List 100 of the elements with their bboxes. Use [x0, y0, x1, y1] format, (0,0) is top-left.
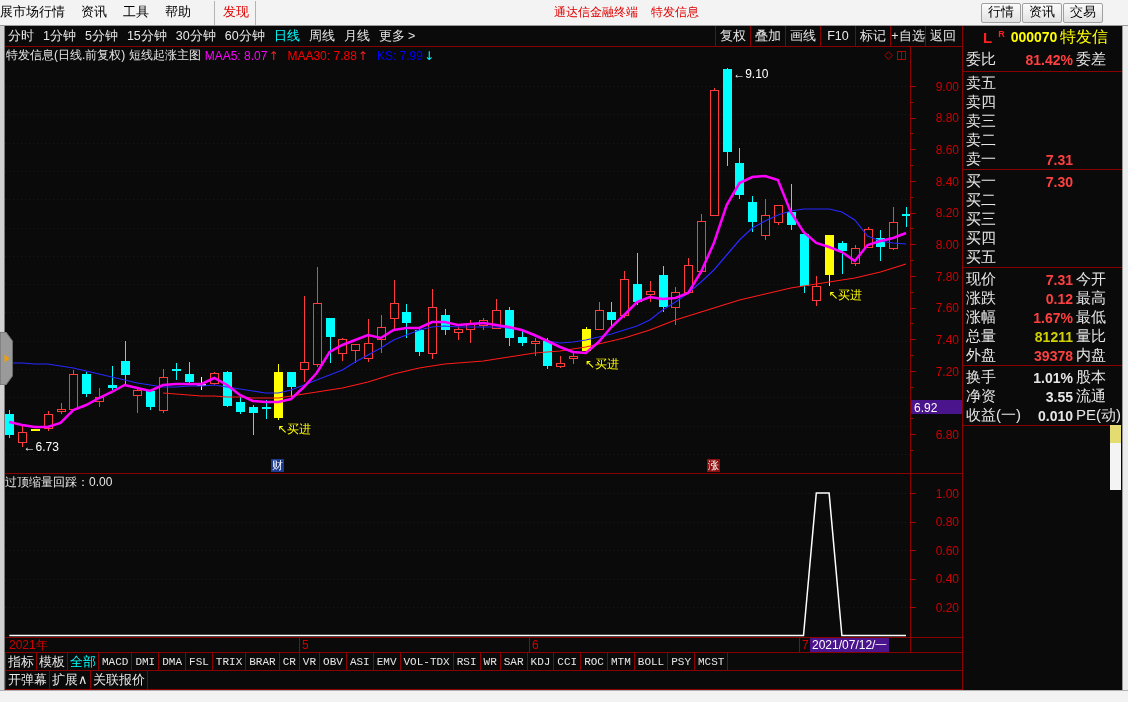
- falling-candle: [236, 396, 245, 415]
- falling-candle: [402, 303, 411, 339]
- chart-tool-button[interactable]: 复权: [715, 26, 750, 46]
- indicator-tab[interactable]: OBV: [320, 653, 347, 670]
- module-button[interactable]: 资讯: [1022, 2, 1062, 23]
- buy-signal-label: ↖买进: [584, 357, 619, 371]
- falling-candle: [249, 404, 258, 436]
- legend-value: KS: 7.99: [376, 48, 423, 63]
- indicator-tab[interactable]: MTM: [608, 653, 635, 670]
- rising-candle: [531, 337, 540, 357]
- ask-level-label: 卖三: [966, 112, 996, 131]
- quote-value: 1.01%: [1033, 369, 1073, 386]
- indicator-tab[interactable]: 指标: [5, 653, 37, 670]
- quote-label: 内盘: [1076, 346, 1107, 365]
- indicator-tab[interactable]: 模板: [37, 653, 68, 670]
- indicator-tab[interactable]: WR: [480, 653, 501, 670]
- quote-label: 外盘: [966, 346, 996, 365]
- expand-handle[interactable]: [0, 332, 13, 385]
- period-tab[interactable]: 5分钟: [80, 26, 123, 46]
- indicator-tab[interactable]: CCI: [554, 653, 582, 670]
- signal-candle: [825, 234, 834, 287]
- falling-candle: [838, 240, 847, 275]
- rising-candle: [351, 343, 360, 364]
- rising-candle: [684, 257, 693, 295]
- ask-level-label: 卖五: [966, 74, 996, 93]
- chart-title: 特发信息(日线.前复权) 短线起涨主图: [6, 47, 201, 64]
- price-label: 9.00: [935, 79, 959, 94]
- indicator-tab[interactable]: MACD: [99, 653, 133, 670]
- indicator-tab[interactable]: VR: [299, 653, 321, 670]
- rising-candle: [159, 368, 168, 414]
- chart-tool-button[interactable]: F10: [820, 26, 855, 46]
- square-icon[interactable]: [897, 51, 906, 60]
- ask-level-label: 卖一: [966, 150, 996, 169]
- quote-label: 委差: [1076, 50, 1107, 69]
- period-tab[interactable]: 60分钟: [220, 26, 270, 46]
- menu-item[interactable]: 发现: [214, 0, 256, 25]
- high-price-label: ←9.10: [733, 67, 769, 81]
- toolbar-button[interactable]: 扩展∧: [50, 671, 91, 689]
- period-tab[interactable]: 1分钟: [38, 26, 81, 46]
- falling-candle: [543, 337, 552, 370]
- period-tab[interactable]: 分时: [5, 26, 39, 46]
- cursor-date-tag: 2021/07/12/一: [810, 638, 890, 652]
- chart-tool-button[interactable]: +自选: [890, 26, 925, 46]
- falling-candle: [902, 206, 910, 228]
- rising-candle: [569, 350, 578, 365]
- quote-label: PE(动): [1076, 406, 1122, 425]
- diamond-icon[interactable]: [884, 51, 893, 60]
- chart-tool-button[interactable]: 画线: [785, 26, 820, 46]
- falling-candle: [876, 229, 885, 262]
- menu-item[interactable]: 展市场行情: [0, 0, 73, 25]
- chart-tool-button[interactable]: 叠加: [750, 26, 785, 46]
- event-marker[interactable]: 涨: [706, 459, 720, 472]
- ask-level-label: 卖四: [966, 93, 996, 112]
- price-label: 8.20: [935, 206, 959, 221]
- module-button[interactable]: 交易: [1063, 2, 1103, 23]
- quote-value: 7.31: [1045, 271, 1073, 288]
- module-button[interactable]: 行情: [981, 2, 1021, 23]
- indicator-tab[interactable]: VOL-TDX: [400, 653, 454, 670]
- trend-arrow: ↑: [268, 48, 279, 63]
- period-tab[interactable]: 15分钟: [122, 26, 172, 46]
- quote-value: 39378: [1034, 347, 1073, 364]
- axis-label: 0.20: [935, 600, 959, 615]
- event-marker[interactable]: 财: [271, 459, 285, 472]
- price-label: 8.60: [935, 142, 959, 157]
- period-tab[interactable]: 月线: [339, 26, 375, 46]
- quote-label: 涨幅: [966, 308, 996, 327]
- price-label: 7.20: [935, 364, 959, 379]
- axis-label: 0.80: [935, 515, 959, 529]
- date-label: 7: [799, 638, 809, 652]
- menu-item[interactable]: 帮助: [157, 0, 199, 25]
- quote-label: 收益(一): [966, 406, 1021, 425]
- rising-candle: [595, 301, 604, 331]
- indicator-tab[interactable]: 全部: [68, 653, 99, 670]
- period-tab[interactable]: 周线: [304, 26, 340, 46]
- chart-tool-button[interactable]: 标记: [855, 26, 890, 46]
- falling-candle: [748, 195, 757, 233]
- falling-candle: [633, 252, 642, 306]
- menu-item[interactable]: 资讯: [73, 0, 115, 25]
- period-tab[interactable]: 30分钟: [171, 26, 221, 46]
- falling-candle: [262, 399, 271, 420]
- period-tab[interactable]: 更多 >: [374, 26, 420, 46]
- rising-candle: [57, 402, 66, 415]
- quote-label: 流通: [1076, 387, 1107, 406]
- ask-level-label: 卖二: [966, 131, 996, 150]
- axis-label: 0.60: [935, 543, 959, 558]
- indicator-tab[interactable]: MCST: [695, 653, 729, 670]
- rising-candle: [646, 280, 655, 303]
- period-tab[interactable]: 日线: [269, 26, 305, 46]
- rising-candle: [210, 371, 219, 386]
- menu-item[interactable]: 工具: [115, 0, 157, 25]
- rising-candle: [466, 319, 475, 344]
- rising-candle: [889, 206, 898, 251]
- toolbar-button[interactable]: 开弹幕: [5, 671, 50, 689]
- price-label: 8.40: [935, 174, 959, 189]
- toolbar-button[interactable]: 关联报价: [90, 671, 148, 689]
- falling-candle: [108, 365, 117, 391]
- rising-candle: [377, 314, 386, 354]
- quote-label: 总量: [966, 327, 996, 346]
- rising-candle: [479, 317, 488, 331]
- chart-tool-button[interactable]: 返回: [925, 26, 960, 46]
